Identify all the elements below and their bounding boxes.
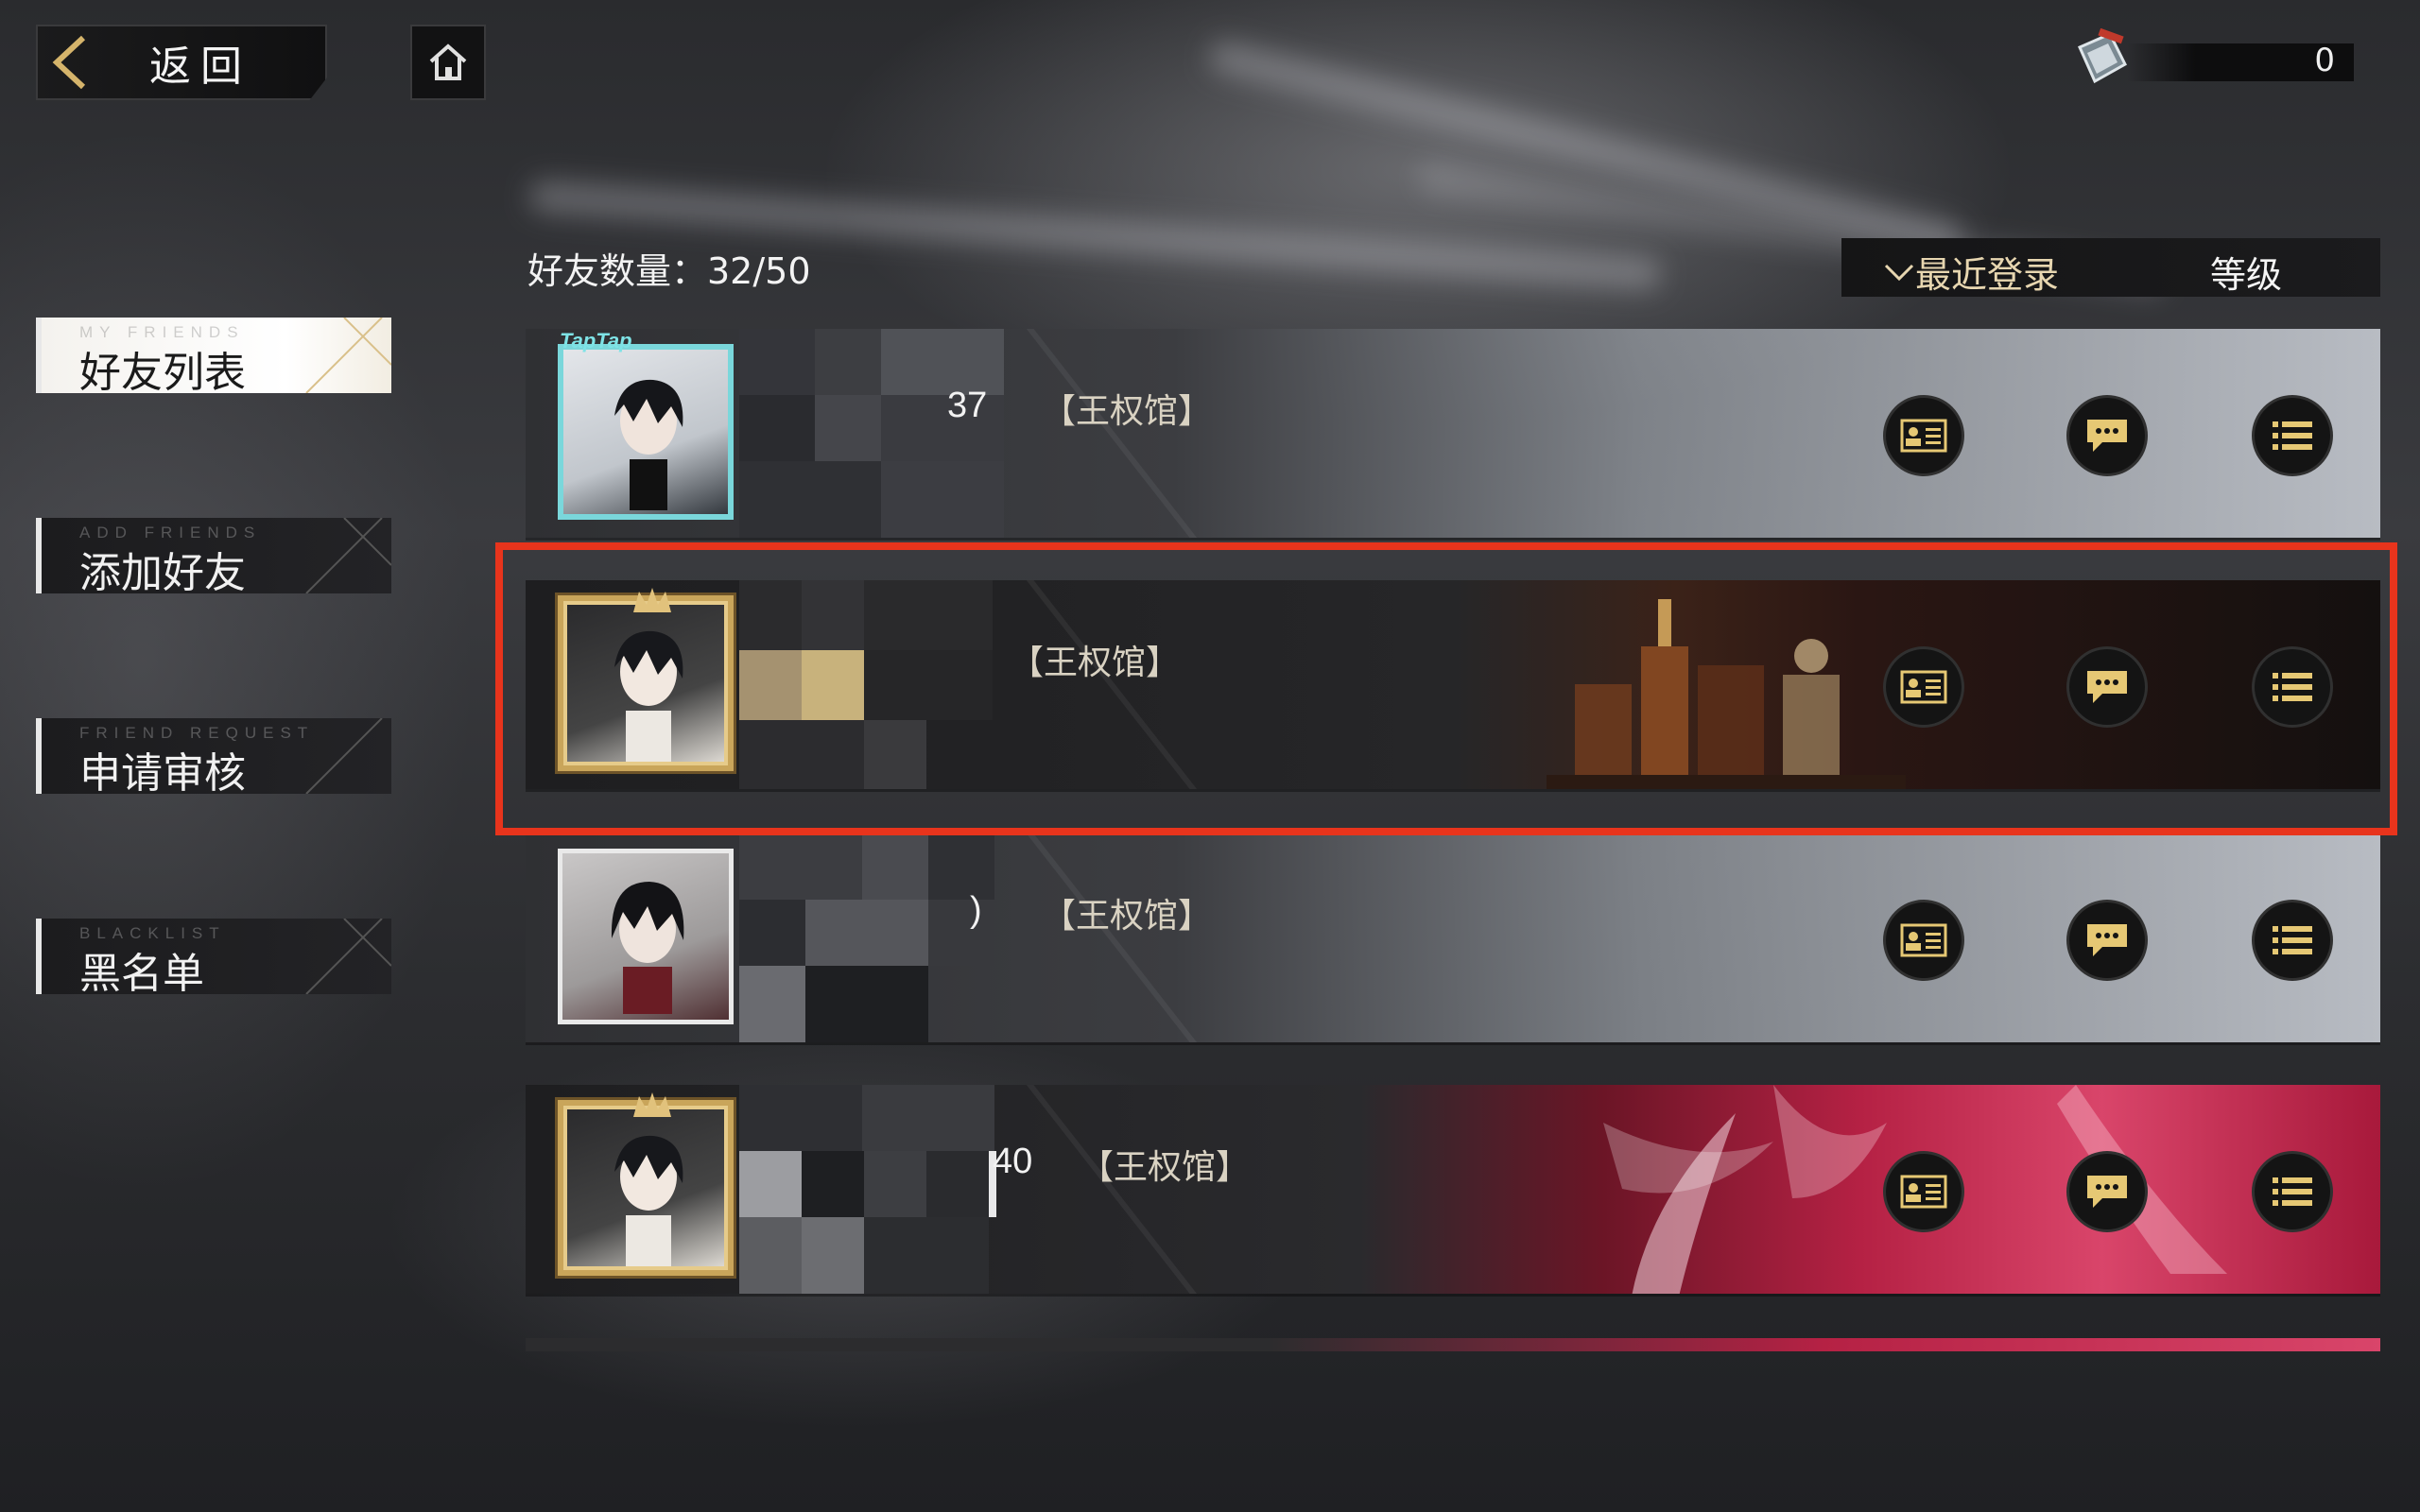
friend-name-fragment: 37 <box>947 386 988 425</box>
chat-bubble-icon <box>2087 1176 2127 1208</box>
home-button[interactable] <box>410 25 486 100</box>
profile-button[interactable] <box>1883 900 1964 981</box>
list-menu-icon <box>2273 926 2312 954</box>
friend-name-fragment: 40 <box>993 1142 1033 1181</box>
menu-decoration <box>305 718 383 794</box>
back-label: 返回 <box>149 43 251 91</box>
chat-bubble-icon <box>2087 924 2127 956</box>
friend-guild: 【王权馆】 <box>1042 392 1213 431</box>
more-options-button[interactable] <box>2252 1151 2333 1232</box>
menu-item-blacklist[interactable]: BLACKLIST 黑名单 <box>36 919 391 994</box>
friend-guild: 【王权馆】 <box>1080 1148 1251 1187</box>
menu-item-label: 添加好友 <box>79 549 246 593</box>
chevron-down-icon <box>1884 264 1914 281</box>
chat-bubble-icon <box>2087 671 2127 703</box>
avatar[interactable] <box>558 849 734 1024</box>
perfume-bottles-art <box>1547 599 1906 789</box>
redacted-name <box>739 833 1051 1042</box>
profile-card-icon <box>1900 923 1947 957</box>
profile-button[interactable] <box>1883 646 1964 728</box>
chat-button[interactable] <box>2066 646 2148 728</box>
chat-button[interactable] <box>2066 395 2148 476</box>
friend-name-fragment: ) <box>970 890 982 930</box>
avatar[interactable] <box>558 1092 734 1276</box>
friend-guild: 【王权馆】 <box>1010 644 1181 682</box>
redacted-name <box>739 580 1117 789</box>
redacted-name <box>739 1085 1117 1294</box>
profile-button[interactable] <box>1883 395 1964 476</box>
crown-icon <box>633 1092 671 1117</box>
sort-level-label: 等级 <box>2210 254 2283 296</box>
avatar[interactable] <box>558 588 734 771</box>
more-options-button[interactable] <box>2252 646 2333 728</box>
character-portrait-icon <box>614 1135 683 1266</box>
friend-row-partial[interactable] <box>526 1338 2380 1351</box>
redacted-name <box>739 329 1004 538</box>
friend-row[interactable]: ) 【王权馆】 <box>526 833 2380 1045</box>
friends-count: 好友数量：32/50 <box>527 250 811 292</box>
gem-currency-icon <box>2078 28 2127 84</box>
menu-item-label: 申请审核 <box>79 749 246 794</box>
currency-display: 0 <box>2061 28 2363 94</box>
character-portrait-icon <box>614 630 683 762</box>
profile-card-icon <box>1900 419 1947 453</box>
chat-button[interactable] <box>2066 900 2148 981</box>
home-icon <box>429 43 467 80</box>
profile-card-icon <box>1900 670 1947 704</box>
back-chevron-icon <box>52 35 86 90</box>
more-options-button[interactable] <box>2252 395 2333 476</box>
menu-item-label: 黑名单 <box>79 950 204 994</box>
character-portrait-icon <box>611 882 684 1014</box>
menu-item-add-friends[interactable]: ADD FRIENDS 添加好友 <box>36 518 391 593</box>
character-portrait-icon <box>614 379 683 510</box>
more-options-button[interactable] <box>2252 900 2333 981</box>
friend-row[interactable]: 【王权馆】 <box>526 580 2380 792</box>
menu-item-friends-list[interactable]: MY FRIENDS 好友列表 <box>36 318 391 393</box>
profile-button[interactable] <box>1883 1151 1964 1232</box>
menu-decoration <box>305 919 391 994</box>
list-menu-icon <box>2273 1177 2312 1206</box>
currency-value: 0 <box>2314 42 2335 79</box>
list-menu-icon <box>2273 673 2312 701</box>
menu-item-label: 好友列表 <box>79 349 246 393</box>
menu-item-friend-requests[interactable]: FRIEND REQUEST 申请审核 <box>36 718 391 794</box>
friend-row[interactable]: TapTap 37 【王权馆】 <box>526 329 2380 541</box>
avatar[interactable]: TapTap <box>558 329 734 520</box>
avatar-frame-tag: TapTap <box>560 329 632 352</box>
chat-bubble-icon <box>2087 420 2127 452</box>
sort-bar: 最近登录 等级 <box>1841 238 2380 297</box>
back-button[interactable]: 返回 <box>36 25 327 100</box>
sort-level[interactable]: 等级 <box>2210 246 2282 298</box>
sort-recent-label: 最近登录 <box>1915 254 2060 296</box>
friend-guild: 【王权馆】 <box>1042 897 1213 936</box>
list-menu-icon <box>2273 421 2312 450</box>
menu-decoration <box>305 318 391 393</box>
friend-row[interactable]: 40 【王权馆】 <box>526 1085 2380 1297</box>
profile-card-icon <box>1900 1175 1947 1209</box>
menu-decoration <box>305 518 391 593</box>
chat-button[interactable] <box>2066 1151 2148 1232</box>
crown-icon <box>633 588 671 612</box>
sort-recent-login[interactable]: 最近登录 <box>1883 246 2059 298</box>
